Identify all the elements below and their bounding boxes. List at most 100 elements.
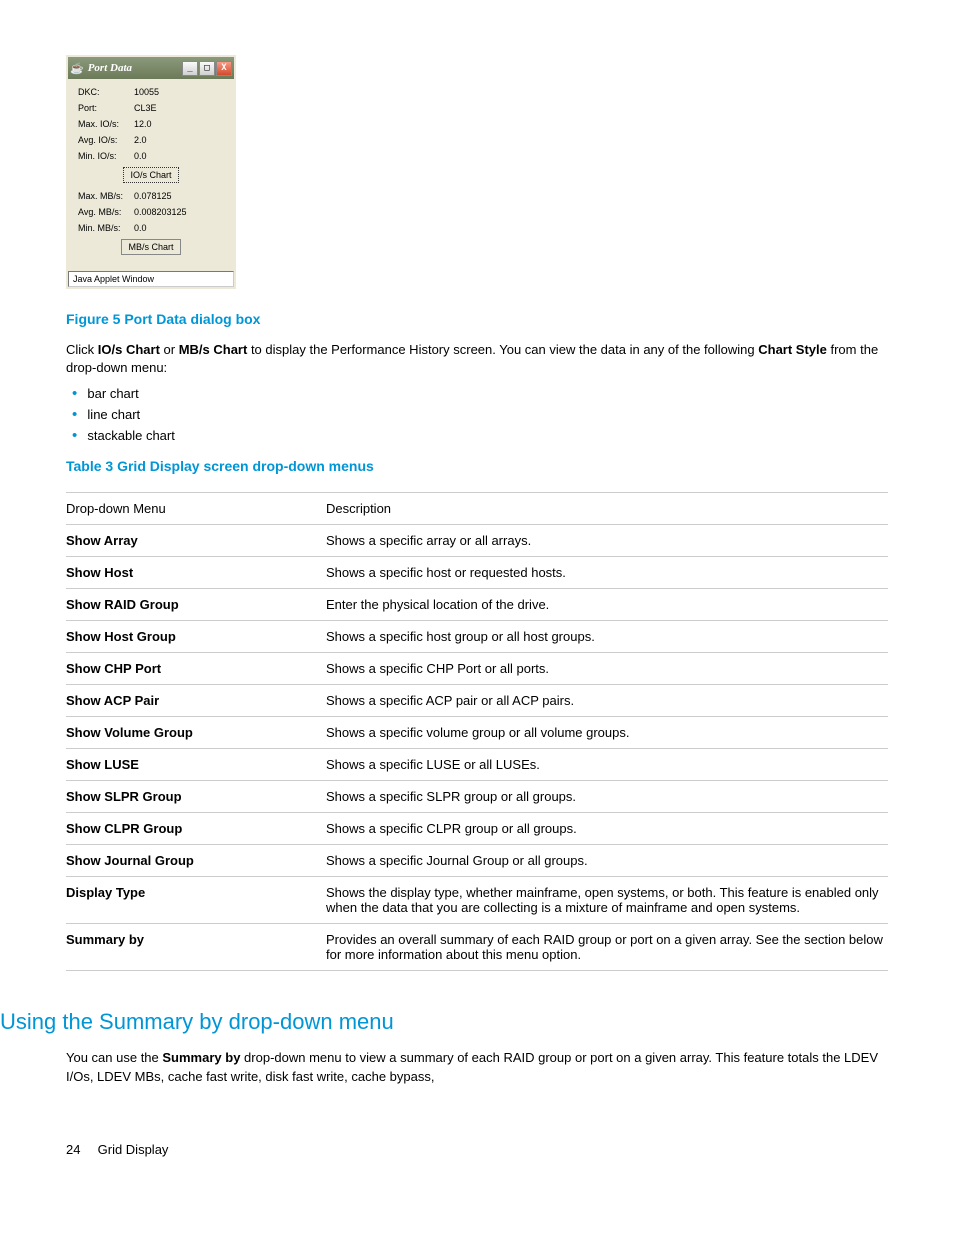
table-row: Summary byProvides an overall summary of… — [66, 924, 888, 971]
chart-style-list: bar chart line chart stackable chart — [72, 385, 888, 444]
table-row: Show Host GroupShows a specific host gro… — [66, 621, 888, 653]
dialog-value: 12.0 — [134, 119, 228, 129]
td-menu: Summary by — [66, 924, 326, 971]
text-bold: Summary by — [162, 1050, 240, 1065]
table-row: Show CLPR GroupShows a specific CLPR gro… — [66, 813, 888, 845]
td-desc: Shows a specific host group or all host … — [326, 621, 888, 653]
dialog-row: Max. MB/s:0.078125 — [74, 191, 228, 201]
td-desc: Shows a specific array or all arrays. — [326, 525, 888, 557]
td-menu: Show Volume Group — [66, 717, 326, 749]
dialog-value: 2.0 — [134, 135, 228, 145]
footer-section: Grid Display — [98, 1142, 169, 1157]
td-menu: Show CHP Port — [66, 653, 326, 685]
dialog-titlebar: ☕ Port Data _ □ X — [68, 57, 234, 79]
td-desc: Shows the display type, whether mainfram… — [326, 877, 888, 924]
td-menu: Show Array — [66, 525, 326, 557]
dialog-row: Min. MB/s:0.0 — [74, 223, 228, 233]
maximize-button[interactable]: □ — [199, 61, 215, 76]
dialog-row: DKC:10055 — [74, 87, 228, 97]
text-bold: MB/s Chart — [179, 342, 248, 357]
td-menu: Show ACP Pair — [66, 685, 326, 717]
dialog-value: 0.0 — [134, 223, 228, 233]
td-menu: Show Journal Group — [66, 845, 326, 877]
table-row: Show Volume GroupShows a specific volume… — [66, 717, 888, 749]
dialog-label: Max. IO/s: — [74, 119, 134, 129]
td-menu: Show Host — [66, 557, 326, 589]
dialog-label: Avg. IO/s: — [74, 135, 134, 145]
applet-status: Java Applet Window — [68, 271, 234, 287]
table-caption: Table 3 Grid Display screen drop-down me… — [66, 458, 888, 474]
td-desc: Shows a specific SLPR group or all group… — [326, 781, 888, 813]
page-number: 24 — [66, 1142, 94, 1157]
dropdown-table: Drop-down Menu Description Show ArraySho… — [66, 492, 888, 971]
th-menu: Drop-down Menu — [66, 493, 326, 525]
paragraph-1: Click IO/s Chart or MB/s Chart to displa… — [66, 341, 888, 377]
dialog-row: Avg. MB/s:0.008203125 — [74, 207, 228, 217]
th-desc: Description — [326, 493, 888, 525]
dialog-value: 0.078125 — [134, 191, 228, 201]
td-menu: Show SLPR Group — [66, 781, 326, 813]
table-row: Show LUSEShows a specific LUSE or all LU… — [66, 749, 888, 781]
td-menu: Show RAID Group — [66, 589, 326, 621]
text: to display the Performance History scree… — [247, 342, 758, 357]
figure-caption: Figure 5 Port Data dialog box — [66, 311, 888, 327]
dialog-label: Min. IO/s: — [74, 151, 134, 161]
table-row: Display TypeShows the display type, whet… — [66, 877, 888, 924]
td-desc: Shows a specific ACP pair or all ACP pai… — [326, 685, 888, 717]
window-controls: _ □ X — [182, 61, 232, 76]
io-chart-button[interactable]: IO/s Chart — [123, 167, 178, 183]
dialog-value: CL3E — [134, 103, 228, 113]
dialog-row: Port:CL3E — [74, 103, 228, 113]
text: You can use the — [66, 1050, 162, 1065]
table-row: Show SLPR GroupShows a specific SLPR gro… — [66, 781, 888, 813]
dialog-body: DKC:10055Port:CL3EMax. IO/s:12.0Avg. IO/… — [68, 79, 234, 271]
port-data-dialog: ☕ Port Data _ □ X DKC:10055Port:CL3EMax.… — [66, 55, 236, 289]
text-bold: IO/s Chart — [98, 342, 160, 357]
list-item: stackable chart — [72, 427, 888, 444]
dialog-label: Avg. MB/s: — [74, 207, 134, 217]
list-item: bar chart — [72, 385, 888, 402]
page-content: ☕ Port Data _ □ X DKC:10055Port:CL3EMax.… — [66, 55, 888, 1157]
dialog-label: Port: — [74, 103, 134, 113]
text-bold: Chart Style — [758, 342, 827, 357]
paragraph-2: You can use the Summary by drop-down men… — [66, 1049, 888, 1085]
table-row: Show ACP PairShows a specific ACP pair o… — [66, 685, 888, 717]
td-desc: Shows a specific Journal Group or all gr… — [326, 845, 888, 877]
text: Click — [66, 342, 98, 357]
table-row: Show RAID GroupEnter the physical locati… — [66, 589, 888, 621]
td-menu: Show Host Group — [66, 621, 326, 653]
td-menu: Show CLPR Group — [66, 813, 326, 845]
table-row: Show Journal GroupShows a specific Journ… — [66, 845, 888, 877]
dialog-title: Port Data — [88, 62, 132, 74]
dialog-label: DKC: — [74, 87, 134, 97]
page-footer: 24 Grid Display — [66, 1142, 888, 1157]
dialog-label: Min. MB/s: — [74, 223, 134, 233]
close-button[interactable]: X — [216, 61, 232, 76]
td-menu: Show LUSE — [66, 749, 326, 781]
td-desc: Shows a specific LUSE or all LUSEs. — [326, 749, 888, 781]
titlebar-left: ☕ Port Data — [70, 62, 132, 75]
mb-chart-button[interactable]: MB/s Chart — [121, 239, 180, 255]
java-icon: ☕ — [70, 62, 84, 75]
dialog-row: Max. IO/s:12.0 — [74, 119, 228, 129]
minimize-button[interactable]: _ — [182, 61, 198, 76]
td-desc: Shows a specific host or requested hosts… — [326, 557, 888, 589]
td-desc: Provides an overall summary of each RAID… — [326, 924, 888, 971]
dialog-value: 0.0 — [134, 151, 228, 161]
table-row: Show CHP PortShows a specific CHP Port o… — [66, 653, 888, 685]
table-header-row: Drop-down Menu Description — [66, 493, 888, 525]
dialog-value: 0.008203125 — [134, 207, 228, 217]
text: or — [160, 342, 179, 357]
td-menu: Display Type — [66, 877, 326, 924]
table-row: Show ArrayShows a specific array or all … — [66, 525, 888, 557]
dialog-row: Avg. IO/s:2.0 — [74, 135, 228, 145]
section-heading: Using the Summary by drop-down menu — [0, 1009, 888, 1035]
dialog-label: Max. MB/s: — [74, 191, 134, 201]
dialog-row: Min. IO/s:0.0 — [74, 151, 228, 161]
td-desc: Enter the physical location of the drive… — [326, 589, 888, 621]
td-desc: Shows a specific CHP Port or all ports. — [326, 653, 888, 685]
td-desc: Shows a specific volume group or all vol… — [326, 717, 888, 749]
list-item: line chart — [72, 406, 888, 423]
td-desc: Shows a specific CLPR group or all group… — [326, 813, 888, 845]
dialog-value: 10055 — [134, 87, 228, 97]
